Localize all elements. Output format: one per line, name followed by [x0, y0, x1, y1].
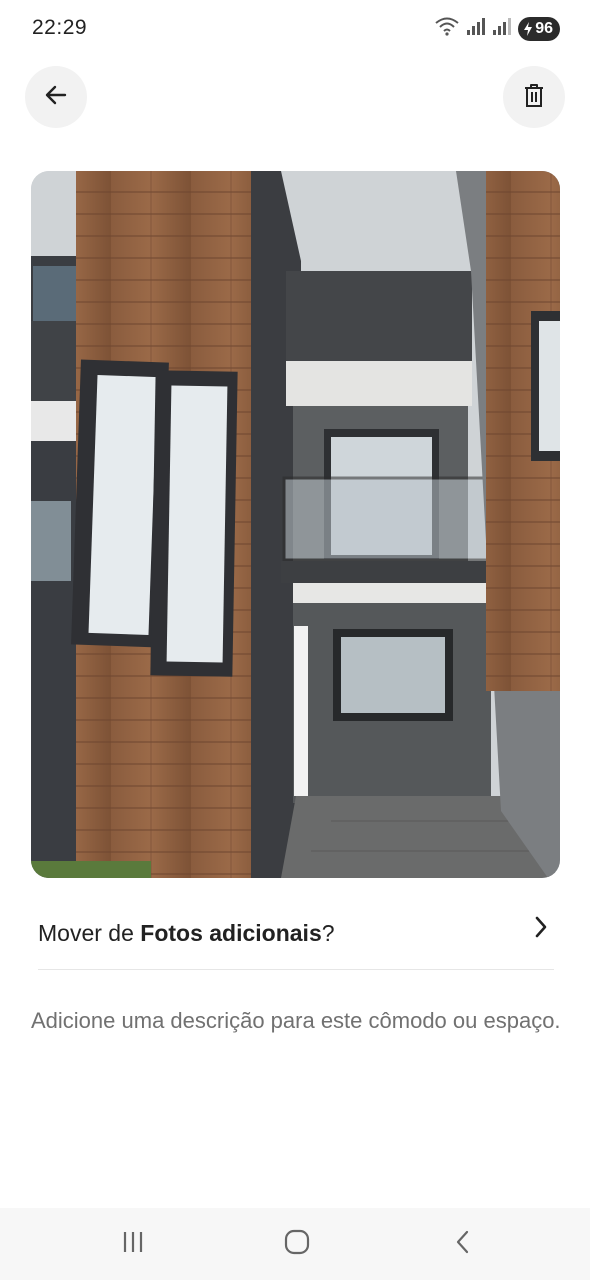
- wifi-icon: [434, 16, 460, 41]
- description-input[interactable]: Adicione uma descrição para este cômodo …: [31, 1002, 561, 1039]
- album-name: Fotos adicionais: [140, 920, 322, 946]
- delete-button[interactable]: [503, 66, 565, 128]
- trash-icon: [522, 82, 546, 113]
- back-button[interactable]: [25, 66, 87, 128]
- house-facade-image: [31, 171, 560, 878]
- status-icons: 96: [434, 16, 560, 41]
- recents-button[interactable]: [113, 1226, 153, 1262]
- signal-icon: [492, 16, 512, 41]
- arrow-left-icon: [43, 82, 69, 113]
- chevron-right-icon: [532, 914, 550, 945]
- move-album-row[interactable]: Mover de Fotos adicionais?: [38, 898, 554, 970]
- status-time: 22:29: [32, 16, 88, 39]
- status-bar: 22:29 96: [0, 0, 590, 58]
- move-prefix: Mover de: [38, 920, 141, 946]
- system-nav-bar: [0, 1208, 590, 1280]
- move-album-text: Mover de Fotos adicionais?: [38, 920, 335, 947]
- room-photo[interactable]: [31, 171, 560, 878]
- recents-icon: [119, 1229, 147, 1260]
- home-button[interactable]: [277, 1226, 317, 1262]
- battery-icon: 96: [518, 16, 560, 41]
- home-icon: [283, 1228, 311, 1261]
- move-suffix: ?: [321, 920, 335, 946]
- signal-icon: [466, 16, 486, 41]
- back-icon: [453, 1228, 473, 1261]
- battery-level: 96: [535, 19, 553, 37]
- system-back-button[interactable]: [443, 1226, 483, 1262]
